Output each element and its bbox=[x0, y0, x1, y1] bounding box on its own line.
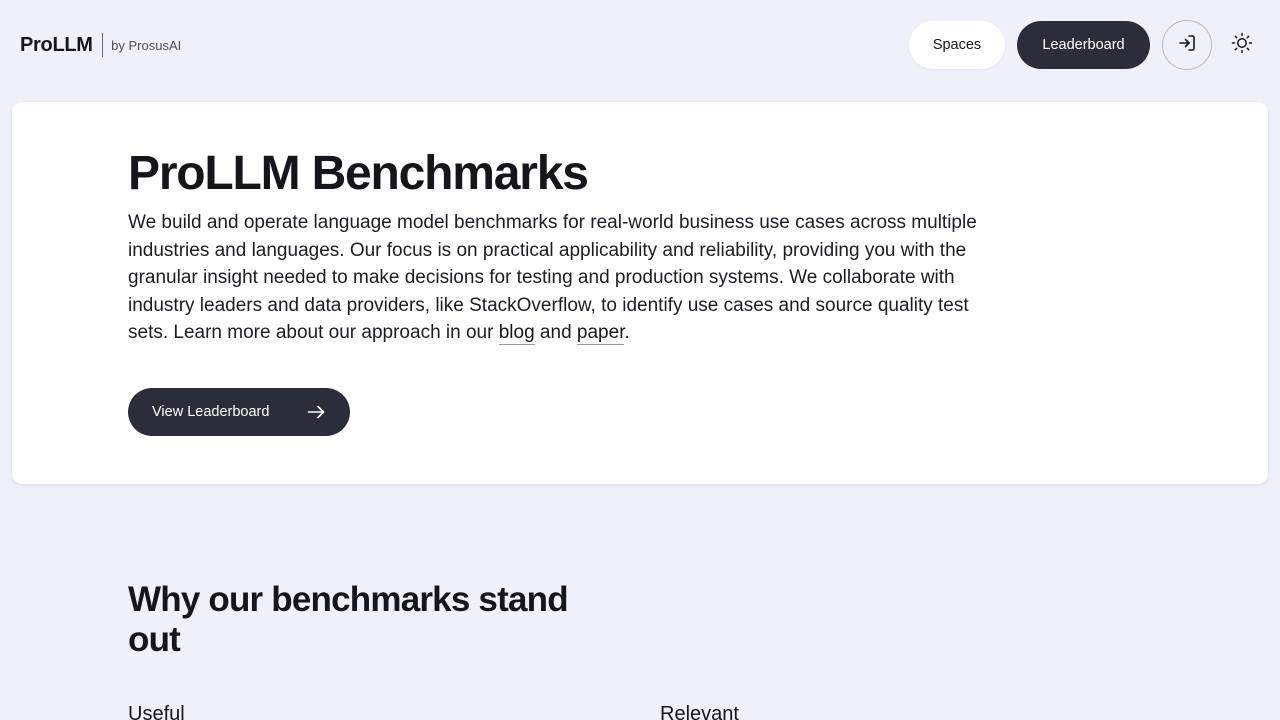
login-icon bbox=[1177, 33, 1197, 57]
feature-relevant-label: Relevant bbox=[660, 703, 739, 720]
theme-toggle-button[interactable] bbox=[1226, 29, 1258, 61]
and-text: and bbox=[534, 322, 577, 343]
leaderboard-button-label: Leaderboard bbox=[1042, 37, 1125, 53]
arrow-right-icon bbox=[306, 402, 326, 426]
paper-link[interactable]: paper bbox=[576, 322, 625, 345]
site-logo[interactable]: ProLLM by ProsusAI bbox=[20, 33, 181, 57]
leaderboard-button[interactable]: Leaderboard bbox=[1017, 21, 1150, 69]
sun-icon bbox=[1231, 32, 1253, 58]
hero-card: ProLLM Benchmarks We build and operate l… bbox=[12, 102, 1268, 484]
spaces-button-label: Spaces bbox=[932, 37, 982, 53]
site-header: ProLLM by ProsusAI Spaces Leaderboard bbox=[0, 0, 1280, 90]
blog-link[interactable]: blog bbox=[498, 322, 535, 345]
hero-description: We build and operate language model benc… bbox=[128, 209, 978, 347]
view-leaderboard-label: View Leaderboard bbox=[152, 404, 270, 420]
period-text: . bbox=[624, 322, 630, 343]
feature-useful-label: Useful bbox=[128, 703, 185, 720]
spaces-button[interactable]: Spaces bbox=[909, 21, 1005, 69]
page-title: ProLLM Benchmarks bbox=[128, 147, 589, 200]
logo-byline: by ProsusAI bbox=[111, 37, 182, 53]
logo-divider bbox=[101, 33, 104, 57]
login-button[interactable] bbox=[1162, 20, 1212, 70]
why-section-title: Why our benchmarks stand out bbox=[128, 580, 569, 659]
view-leaderboard-button[interactable]: View Leaderboard bbox=[128, 388, 350, 436]
logo-name: ProLLM bbox=[20, 33, 93, 56]
